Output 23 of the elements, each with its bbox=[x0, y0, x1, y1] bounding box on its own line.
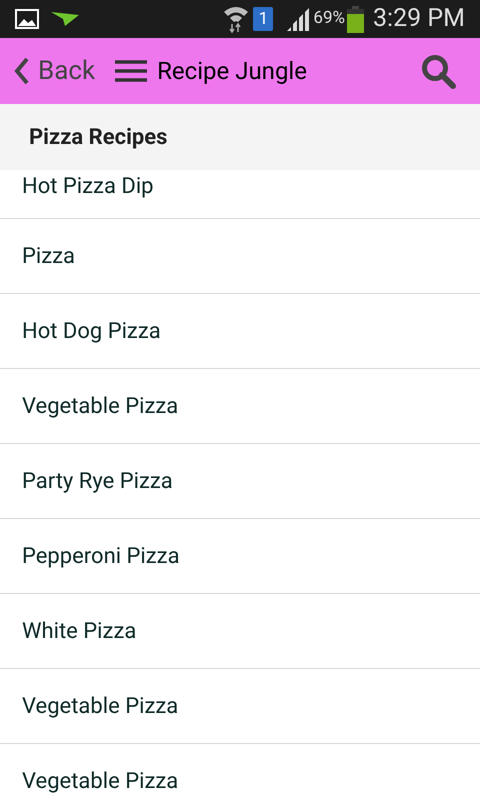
sim-badge: 1 bbox=[253, 7, 274, 31]
menu-icon[interactable] bbox=[115, 59, 148, 83]
app-title: Recipe Jungle bbox=[157, 56, 307, 87]
clock: 3:29 PM bbox=[372, 3, 465, 36]
recipe-item[interactable]: Vegetable Pizza bbox=[0, 369, 480, 444]
recipe-item[interactable]: Vegetable Pizza bbox=[0, 669, 480, 744]
battery-icon bbox=[346, 6, 364, 32]
section-title: Pizza Recipes bbox=[29, 124, 168, 152]
paper-plane-icon bbox=[51, 11, 79, 27]
chevron-left-icon bbox=[14, 57, 30, 85]
recipe-item[interactable]: White Pizza bbox=[0, 594, 480, 669]
back-button[interactable]: Back bbox=[14, 52, 96, 90]
picture-icon bbox=[15, 9, 39, 29]
recipe-item[interactable]: Hot Pizza Dip bbox=[0, 170, 480, 219]
signal-icon bbox=[287, 7, 312, 31]
recipe-item[interactable]: Pizza bbox=[0, 219, 480, 294]
search-icon[interactable] bbox=[420, 53, 456, 89]
wifi-icon bbox=[223, 4, 250, 34]
recipe-item[interactable]: Vegetable Pizza bbox=[0, 744, 480, 800]
battery-percent: 69% bbox=[313, 7, 345, 30]
recipe-item[interactable]: Party Rye Pizza bbox=[0, 444, 480, 519]
recipe-item[interactable]: Pepperoni Pizza bbox=[0, 519, 480, 594]
recipe-item[interactable]: Hot Dog Pizza bbox=[0, 294, 480, 369]
